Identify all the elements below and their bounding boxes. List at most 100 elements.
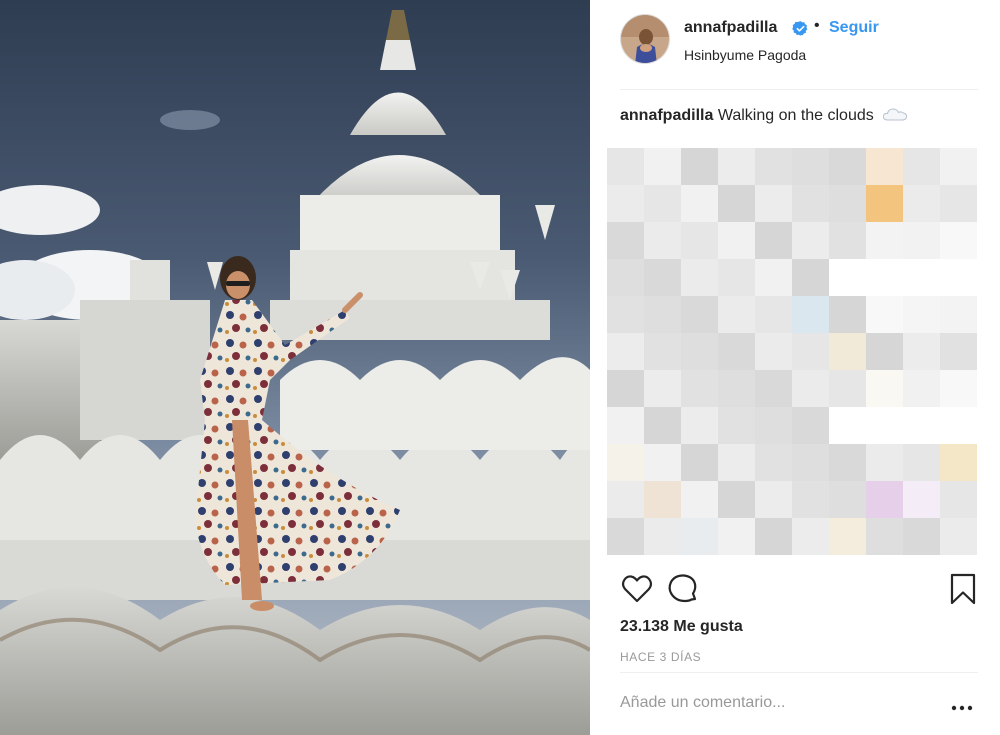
blurred-pixel	[681, 370, 718, 407]
bookmark-icon[interactable]	[946, 572, 980, 606]
blurred-pixel	[940, 333, 977, 370]
comment-divider	[620, 672, 978, 673]
blurred-pixel	[755, 333, 792, 370]
verified-badge-icon	[792, 21, 808, 36]
blurred-pixel	[866, 148, 903, 185]
avatar[interactable]	[620, 14, 670, 64]
blurred-pixel	[755, 444, 792, 481]
comment-bubble-icon[interactable]	[666, 572, 700, 606]
post-header: annafpadilla • Seguir Hsinbyume Pagoda	[620, 14, 970, 76]
blurred-pixel	[792, 407, 829, 444]
blurred-pixel	[607, 148, 644, 185]
blurred-pixel	[940, 518, 977, 555]
blurred-pixel	[940, 444, 977, 481]
blurred-pixel	[940, 222, 977, 259]
post-username[interactable]: annafpadilla	[684, 19, 777, 37]
blurred-pixel	[681, 481, 718, 518]
blurred-pixel	[718, 148, 755, 185]
blurred-pixel	[866, 333, 903, 370]
blurred-pixel	[829, 518, 866, 555]
post-photo[interactable]	[0, 0, 590, 735]
blurred-pixel	[792, 518, 829, 555]
more-options-icon[interactable]	[950, 700, 974, 716]
blurred-pixel	[903, 148, 940, 185]
blurred-pixel	[718, 259, 755, 296]
post-location[interactable]: Hsinbyume Pagoda	[684, 47, 806, 63]
blurred-pixel	[755, 259, 792, 296]
blurred-pixel	[940, 296, 977, 333]
blurred-pixel	[829, 481, 866, 518]
blurred-pixel	[607, 296, 644, 333]
blurred-pixel	[755, 222, 792, 259]
blurred-pixel	[866, 370, 903, 407]
blurred-pixel	[755, 185, 792, 222]
post-caption: annafpadilla Walking on the clouds	[620, 106, 908, 125]
blurred-pixel	[718, 518, 755, 555]
blurred-pixel	[940, 481, 977, 518]
blurred-pixel	[903, 222, 940, 259]
header-divider	[620, 89, 978, 90]
blurred-pixel	[607, 259, 644, 296]
blurred-pixel	[607, 481, 644, 518]
blurred-pixel	[681, 185, 718, 222]
likes-count[interactable]: 23.138 Me gusta	[620, 618, 743, 636]
blurred-pixel	[718, 444, 755, 481]
blurred-pixel	[644, 370, 681, 407]
action-bar	[620, 572, 980, 606]
blurred-pixel	[792, 370, 829, 407]
blurred-pixel	[644, 481, 681, 518]
follow-button[interactable]: Seguir	[829, 19, 879, 37]
blurred-pixel	[607, 185, 644, 222]
blurred-pixel	[866, 296, 903, 333]
blurred-pixel	[755, 370, 792, 407]
blurred-pixel	[607, 444, 644, 481]
blurred-pixel	[681, 222, 718, 259]
blurred-pixel	[607, 518, 644, 555]
blurred-pixel	[866, 481, 903, 518]
cloud-icon	[883, 108, 908, 121]
heart-icon[interactable]	[620, 572, 654, 606]
blurred-pixel	[718, 481, 755, 518]
blurred-pixel	[903, 518, 940, 555]
blurred-pixel	[607, 222, 644, 259]
caption-username[interactable]: annafpadilla	[620, 107, 713, 124]
blurred-pixel	[903, 185, 940, 222]
blurred-pixel	[829, 296, 866, 333]
blurred-pixel	[755, 296, 792, 333]
blurred-pixel	[792, 259, 829, 296]
post-details-panel: annafpadilla • Seguir Hsinbyume Pagoda a…	[590, 0, 1000, 735]
blurred-pixel	[903, 481, 940, 518]
comment-input[interactable]: Añade un comentario...	[620, 694, 910, 712]
blurred-pixel	[755, 148, 792, 185]
pagoda-photo-illustration	[0, 0, 590, 735]
blurred-pixel	[940, 370, 977, 407]
blurred-pixel	[829, 370, 866, 407]
blurred-pixel	[681, 444, 718, 481]
blurred-pixel	[644, 407, 681, 444]
blurred-pixel	[755, 407, 792, 444]
blurred-pixel	[792, 148, 829, 185]
blurred-pixel	[792, 296, 829, 333]
blurred-pixel	[792, 185, 829, 222]
avatar-image	[621, 15, 669, 63]
blurred-pixel	[681, 259, 718, 296]
blurred-pixel	[903, 333, 940, 370]
blurred-pixel	[681, 148, 718, 185]
blurred-pixel	[644, 259, 681, 296]
post-timestamp[interactable]: HACE 3 DÍAS	[620, 650, 701, 664]
blurred-pixel	[792, 333, 829, 370]
blurred-pixel	[940, 185, 977, 222]
blurred-pixel	[792, 222, 829, 259]
blurred-pixel	[829, 148, 866, 185]
blurred-pixel	[718, 296, 755, 333]
blurred-pixel	[792, 481, 829, 518]
blurred-pixel	[644, 222, 681, 259]
blurred-pixel	[607, 407, 644, 444]
blurred-pixel	[681, 333, 718, 370]
blurred-pixel	[718, 185, 755, 222]
blurred-pixel	[644, 185, 681, 222]
blurred-pixel	[829, 444, 866, 481]
blurred-pixel	[718, 407, 755, 444]
blurred-pixel	[866, 222, 903, 259]
blurred-pixel	[644, 518, 681, 555]
